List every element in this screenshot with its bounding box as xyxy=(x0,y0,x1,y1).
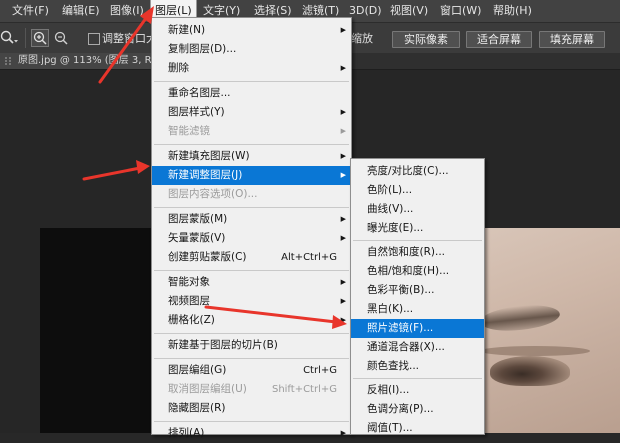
adj-color-lookup[interactable]: 颜色查找... xyxy=(351,357,484,376)
tab-grip-icon xyxy=(5,57,11,65)
adj-threshold[interactable]: 阈值(T)... xyxy=(351,419,484,438)
adj-levels[interactable]: 色阶(L)... xyxy=(351,181,484,200)
menu-file[interactable]: 文件(F) xyxy=(12,0,49,22)
layer-menu-rename[interactable]: 重命名图层... xyxy=(152,84,351,103)
menu-edit[interactable]: 编辑(E) xyxy=(62,0,100,22)
tool-divider xyxy=(25,28,26,48)
layer-menu-smart-object[interactable]: 智能对象 ▶ xyxy=(152,273,351,292)
layer-menu: 新建(N) ▶ 复制图层(D)... 删除 ▶ 重命名图层... 图层样式(Y) ▶ … xyxy=(151,17,352,439)
menu-separator xyxy=(353,378,482,379)
shortcut-label: Alt+Ctrl+G xyxy=(281,252,337,263)
menu-view[interactable]: 视图(V) xyxy=(390,0,428,22)
fit-screen-button[interactable]: 适合屏幕 xyxy=(466,31,532,48)
submenu-arrow-icon: ▶ xyxy=(340,297,346,305)
adjustment-layer-submenu: 亮度/对比度(C)... 色阶(L)... 曲线(V)... 曝光度(E)...… xyxy=(350,158,485,435)
document-tab-title: 原图.jpg @ 113% (图层 3, R xyxy=(18,55,152,66)
menu-separator xyxy=(154,81,349,82)
submenu-arrow-icon: ▶ xyxy=(340,64,346,72)
menu-image[interactable]: 图像(I) xyxy=(110,0,144,22)
layer-menu-duplicate[interactable]: 复制图层(D)... xyxy=(152,40,351,59)
adj-color-balance[interactable]: 色彩平衡(B)... xyxy=(351,281,484,300)
submenu-arrow-icon: ▶ xyxy=(340,108,346,116)
layer-menu-arrange[interactable]: 排列(A) ▶ xyxy=(152,424,351,443)
layer-menu-group-layers[interactable]: 图层编组(G) Ctrl+G xyxy=(152,361,351,380)
menu-separator xyxy=(353,240,482,241)
zoom-tool-icon[interactable] xyxy=(0,30,18,46)
menu-separator xyxy=(154,421,349,422)
layer-menu-ungroup-layers[interactable]: 取消图层编组(U) Shift+Ctrl+G xyxy=(152,380,351,399)
menu-3d[interactable]: 3D(D) xyxy=(349,0,382,22)
layer-menu-new-fill-layer[interactable]: 新建填充图层(W) ▶ xyxy=(152,147,351,166)
adj-vibrance[interactable]: 自然饱和度(R)... xyxy=(351,243,484,262)
layer-menu-create-clipping-mask[interactable]: 创建剪贴蒙版(C) Alt+Ctrl+G xyxy=(152,248,351,267)
adj-hue-saturation[interactable]: 色相/饱和度(H)... xyxy=(351,262,484,281)
layer-menu-smart-filter[interactable]: 智能滤镜 ▶ xyxy=(152,122,351,141)
layer-menu-new[interactable]: 新建(N) ▶ xyxy=(152,21,351,40)
layer-menu-vector-mask[interactable]: 矢量蒙版(V) ▶ xyxy=(152,229,351,248)
document-tab[interactable]: 原图.jpg @ 113% (图层 3, R xyxy=(0,53,152,69)
shortcut-label: Ctrl+G xyxy=(303,365,337,376)
submenu-arrow-icon: ▶ xyxy=(340,278,346,286)
adj-exposure[interactable]: 曝光度(E)... xyxy=(351,219,484,238)
adj-photo-filter[interactable]: 照片滤镜(F)... xyxy=(351,319,484,338)
menu-separator xyxy=(154,144,349,145)
layer-menu-video-layer[interactable]: 视频图层 ▶ xyxy=(152,292,351,311)
layer-menu-hide-layers[interactable]: 隐藏图层(R) xyxy=(152,399,351,418)
actual-pixels-button[interactable]: 实际像素 xyxy=(392,31,460,48)
resize-window-checkbox[interactable] xyxy=(88,33,100,45)
submenu-arrow-icon: ▶ xyxy=(340,171,346,179)
zoom-all-label: 缩放 xyxy=(351,32,373,45)
layer-menu-rasterize[interactable]: 栅格化(Z) ▶ xyxy=(152,311,351,330)
photo-eyebrow xyxy=(480,301,562,335)
fill-screen-button[interactable]: 填充屏幕 xyxy=(539,31,605,48)
submenu-arrow-icon: ▶ xyxy=(340,316,346,324)
layer-menu-layer-style[interactable]: 图层样式(Y) ▶ xyxy=(152,103,351,122)
adj-invert[interactable]: 反相(I)... xyxy=(351,381,484,400)
adj-channel-mixer[interactable]: 通道混合器(X)... xyxy=(351,338,484,357)
adj-brightness-contrast[interactable]: 亮度/对比度(C)... xyxy=(351,162,484,181)
submenu-arrow-icon: ▶ xyxy=(340,26,346,34)
zoom-in-icon[interactable] xyxy=(31,29,49,47)
layer-menu-delete[interactable]: 删除 ▶ xyxy=(152,59,351,78)
adj-black-white[interactable]: 黑白(K)... xyxy=(351,300,484,319)
menu-separator xyxy=(154,207,349,208)
submenu-arrow-icon: ▶ xyxy=(340,152,346,160)
menu-separator xyxy=(154,358,349,359)
photo-left-region xyxy=(40,228,152,433)
adj-curves[interactable]: 曲线(V)... xyxy=(351,200,484,219)
adj-posterize[interactable]: 色调分离(P)... xyxy=(351,400,484,419)
submenu-arrow-icon: ▶ xyxy=(340,127,346,135)
submenu-arrow-icon: ▶ xyxy=(340,215,346,223)
submenu-arrow-icon: ▶ xyxy=(340,234,346,242)
menu-window[interactable]: 窗口(W) xyxy=(440,0,481,22)
photo-eyelid xyxy=(480,346,590,356)
zoom-out-icon[interactable] xyxy=(53,30,69,46)
menu-help[interactable]: 帮助(H) xyxy=(493,0,532,22)
layer-menu-new-layer-slice[interactable]: 新建基于图层的切片(B) xyxy=(152,336,351,355)
menu-separator xyxy=(154,270,349,271)
layer-menu-layer-mask[interactable]: 图层蒙版(M) ▶ xyxy=(152,210,351,229)
layer-menu-new-adjustment-layer[interactable]: 新建调整图层(J) ▶ xyxy=(152,166,351,185)
shortcut-label: Shift+Ctrl+G xyxy=(271,384,337,395)
layer-menu-content-options[interactable]: 图层内容选项(O)... xyxy=(152,185,351,204)
photo-eye xyxy=(490,356,570,386)
photo-face-region xyxy=(480,228,620,433)
submenu-arrow-icon: ▶ xyxy=(340,429,346,437)
menu-separator xyxy=(154,333,349,334)
